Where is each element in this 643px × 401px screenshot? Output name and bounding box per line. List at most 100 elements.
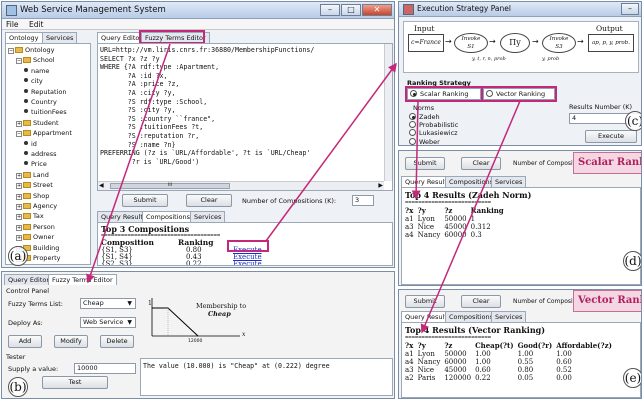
chevron-down-icon: ▼ bbox=[127, 319, 132, 326]
test-output-text: The value (10.000) is "Cheap" at (0.222)… bbox=[143, 362, 330, 370]
expand-toggle-icon[interactable]: + bbox=[16, 120, 22, 127]
tab-services-left[interactable]: Services bbox=[42, 32, 78, 43]
norm-option-zadeh[interactable]: Zadeh bbox=[409, 113, 458, 121]
delete-button[interactable]: Delete bbox=[100, 335, 134, 348]
tree-item-label: Price bbox=[31, 160, 47, 169]
scroll-right-arrow-icon[interactable]: ▶ bbox=[378, 182, 383, 189]
num-compositions-input[interactable]: 3 bbox=[352, 195, 374, 206]
tab-compositions-d[interactable]: Compositions bbox=[445, 176, 497, 187]
tree-folder-item[interactable]: + Shop bbox=[16, 192, 49, 200]
tree-folder-item[interactable]: − Ontology bbox=[8, 46, 55, 54]
exec-window-title: Execution Strategy Panel bbox=[417, 4, 511, 13]
tree-folder-item[interactable]: − School bbox=[16, 56, 55, 65]
tree-item-label: address bbox=[31, 150, 57, 158]
table-header-cell: ?x bbox=[405, 206, 414, 215]
norm-option-lukasiewicz[interactable]: Lukasiewicz bbox=[409, 129, 458, 137]
execute-button[interactable]: Execute bbox=[585, 130, 637, 143]
tree-leaf-item[interactable]: Country bbox=[24, 98, 57, 106]
fuzzy-terms-select[interactable]: Cheap ▼ bbox=[80, 298, 136, 309]
query-text[interactable]: URL=http://vm.liris.cnrs.fr:36880/Member… bbox=[100, 46, 383, 166]
maximize-button[interactable]: □ bbox=[341, 4, 361, 16]
vector-highlight bbox=[481, 86, 557, 102]
norm-radio[interactable] bbox=[409, 129, 416, 137]
tree-folder-item[interactable]: − Appartment bbox=[16, 129, 72, 138]
norm-option-weber[interactable]: Weber bbox=[409, 137, 458, 145]
expand-toggle-icon[interactable]: − bbox=[16, 58, 22, 65]
tree-item-label: Shop bbox=[33, 191, 50, 200]
query-editor[interactable]: URL=http://vm.liris.cnrs.fr:36880/Member… bbox=[97, 43, 393, 191]
tree-leaf-item[interactable]: Reputation bbox=[24, 88, 66, 96]
norm-radio[interactable] bbox=[409, 113, 416, 120]
tab-services-d[interactable]: Services bbox=[491, 176, 527, 187]
norm-radio[interactable] bbox=[409, 121, 416, 129]
expand-toggle-icon[interactable]: + bbox=[16, 214, 22, 221]
expand-toggle-icon[interactable]: + bbox=[16, 204, 22, 210]
tree-folder-item[interactable]: + Land bbox=[16, 171, 49, 179]
tree-leaf-item[interactable]: Price bbox=[24, 160, 47, 168]
clear-button-e[interactable]: Clear bbox=[461, 295, 501, 308]
exec-minimize-button[interactable]: – bbox=[621, 3, 639, 15]
expand-toggle-icon[interactable]: − bbox=[16, 131, 22, 138]
expand-toggle-icon[interactable]: + bbox=[16, 172, 22, 179]
minimize-button[interactable]: – bbox=[320, 4, 340, 16]
close-button[interactable]: ✕ bbox=[362, 4, 392, 16]
modify-button[interactable]: Modify bbox=[54, 335, 88, 348]
expand-toggle-icon[interactable]: + bbox=[16, 224, 22, 231]
norm-radio[interactable] bbox=[409, 137, 416, 145]
table-row: a3 Nice 45000 0.312 bbox=[405, 223, 508, 231]
clear-button[interactable]: Clear bbox=[186, 194, 232, 207]
tab-query-editor-b[interactable]: Query Editor bbox=[4, 274, 54, 285]
tree-leaf-item[interactable]: tuitionFees bbox=[24, 108, 67, 116]
execute-link[interactable]: Execute bbox=[233, 261, 262, 266]
tree-folder-item[interactable]: + Owner bbox=[16, 233, 54, 242]
clear-button-d[interactable]: Clear bbox=[461, 157, 501, 170]
expand-toggle-icon[interactable]: + bbox=[16, 235, 22, 242]
tree-leaf-item[interactable]: city bbox=[24, 77, 43, 85]
table-header-cell: ?y bbox=[417, 206, 426, 215]
submit-button[interactable]: Submit bbox=[122, 194, 168, 207]
table-cell: 45000 bbox=[444, 223, 467, 231]
norm-option-probabilistic[interactable]: Probabilistic bbox=[409, 121, 458, 129]
expand-toggle-icon[interactable]: + bbox=[16, 183, 22, 190]
tab-compositions-e[interactable]: Compositions bbox=[445, 311, 497, 322]
menu-edit[interactable]: Edit bbox=[25, 19, 48, 30]
query-line: ?S :name ?n} bbox=[100, 140, 176, 149]
table-cell: 1.00 bbox=[475, 350, 491, 358]
query-line: ?S :reputation ?r, bbox=[100, 131, 200, 140]
tree-folder-item[interactable]: + Student bbox=[16, 119, 59, 127]
test-output-panel: The value (10.000) is "Cheap" at (0.222)… bbox=[140, 358, 393, 396]
tree-folder-item[interactable]: + Street bbox=[16, 181, 53, 190]
test-button[interactable]: Test bbox=[42, 376, 108, 389]
tab-fuzzy-terms-editor-b[interactable]: Fuzzy Terms Editor bbox=[48, 274, 117, 285]
tree-folder-item[interactable]: + Agency bbox=[16, 202, 57, 210]
horizontal-scrollbar[interactable]: ◀ III ▶ bbox=[98, 181, 384, 190]
tree-leaf-item[interactable]: address bbox=[24, 150, 57, 158]
tab-services-e[interactable]: Services bbox=[491, 311, 527, 322]
tab-compositions[interactable]: Compositions bbox=[142, 211, 194, 222]
output-label: Output bbox=[596, 24, 623, 33]
table-header-row: ?x ?y ?z Ranking bbox=[405, 207, 508, 215]
expand-toggle-icon[interactable]: − bbox=[8, 48, 14, 54]
tree-item-label: Building bbox=[33, 243, 60, 252]
submit-button-e[interactable]: Submit bbox=[405, 295, 445, 308]
scroll-left-arrow-icon[interactable]: ◀ bbox=[99, 182, 104, 189]
vertical-scrollbar[interactable] bbox=[384, 44, 392, 181]
tree-leaf-item[interactable]: id bbox=[24, 140, 37, 148]
tab-ontology[interactable]: Ontology bbox=[5, 32, 43, 43]
add-button[interactable]: Add bbox=[8, 335, 42, 348]
expand-toggle-icon[interactable]: + bbox=[16, 193, 22, 200]
folder-icon bbox=[23, 182, 31, 189]
table-row: a2 Paris 120000 0.22 0.05 0.00 bbox=[405, 374, 616, 382]
deploy-as-select[interactable]: Web Service ▼ bbox=[80, 317, 136, 328]
tab-services[interactable]: Services bbox=[190, 211, 226, 222]
menu-file[interactable]: File bbox=[2, 19, 23, 30]
ranking-cell: 0.22 bbox=[186, 260, 202, 266]
tree-leaf-item[interactable]: name bbox=[24, 67, 49, 75]
results-number-label: Results Number (K) bbox=[569, 103, 633, 111]
tree-folder-item[interactable]: + Tax bbox=[16, 212, 44, 221]
tree-item-label: city bbox=[31, 77, 43, 86]
supply-value-input[interactable]: 10000 bbox=[74, 363, 136, 374]
scroll-thumb[interactable]: III bbox=[110, 183, 230, 189]
tree-folder-item[interactable]: + Person bbox=[16, 223, 55, 231]
submit-button-d[interactable]: Submit bbox=[405, 157, 445, 170]
